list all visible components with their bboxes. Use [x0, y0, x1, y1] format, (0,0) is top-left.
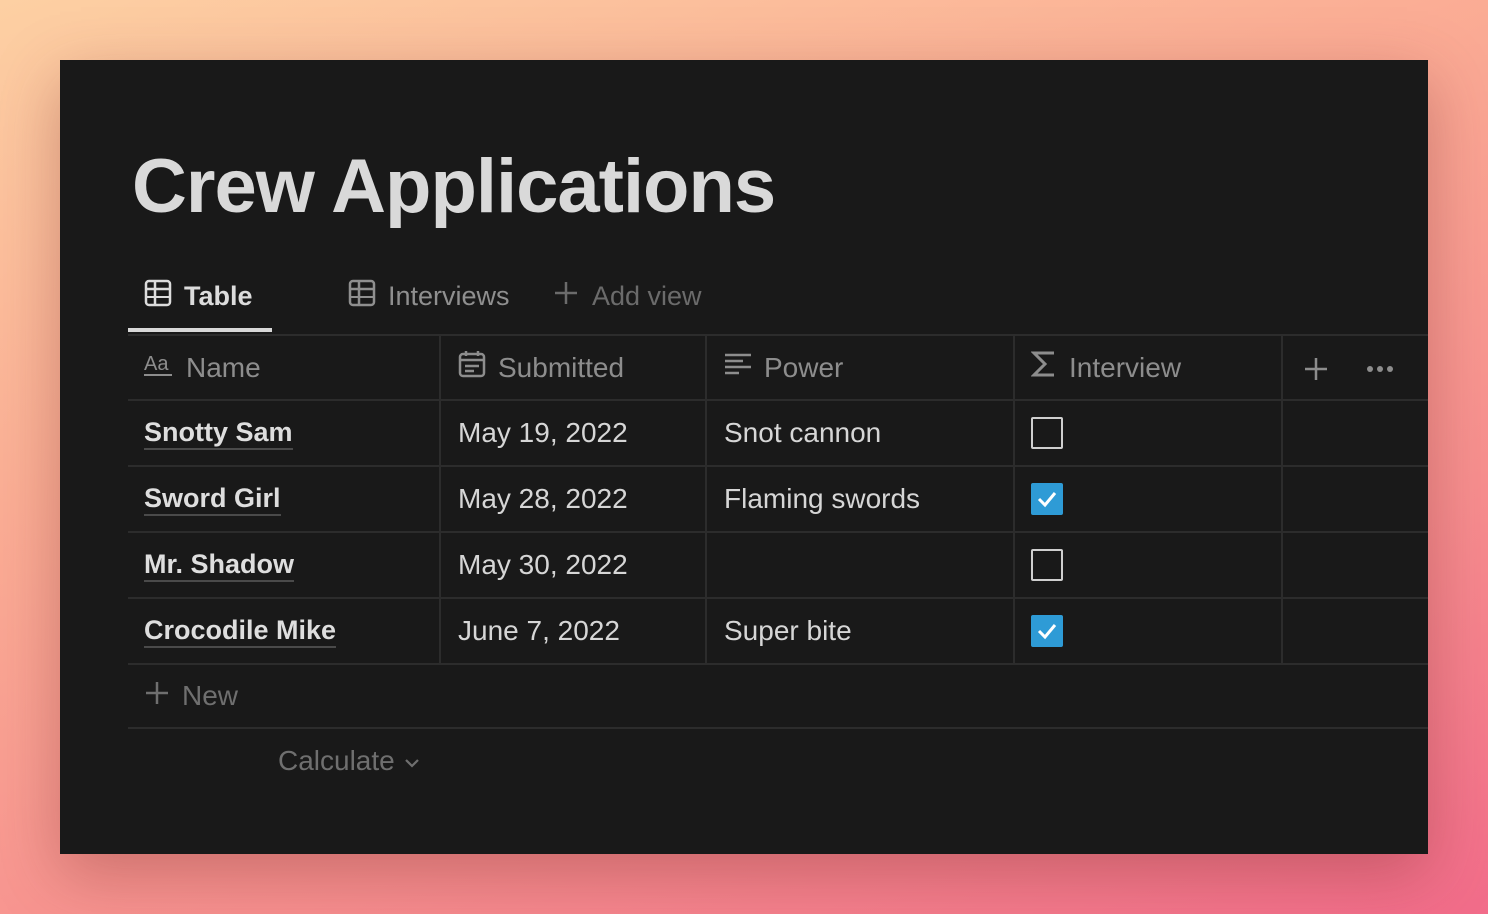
interview-cell	[1015, 533, 1283, 597]
column-label: Submitted	[498, 351, 625, 383]
interview-checkbox[interactable]	[1031, 483, 1063, 515]
database-table: Aa Name Submitted Power Interview Snotty…	[128, 334, 1428, 795]
interview-checkbox[interactable]	[1031, 417, 1063, 449]
page-title: Crew Applications	[132, 144, 776, 229]
table-row: Mr. Shadow May 30, 2022	[128, 533, 1428, 599]
tab-table[interactable]: Table	[144, 270, 253, 322]
table-icon	[348, 279, 376, 314]
table-row: Crocodile Mike June 7, 2022 Super bite	[128, 599, 1428, 665]
row-name-link[interactable]: Sword Girl	[144, 483, 281, 516]
checkmark-icon	[1037, 624, 1057, 640]
column-label: Interview	[1069, 351, 1182, 383]
submitted-cell[interactable]: May 30, 2022	[441, 533, 707, 597]
interview-cell	[1015, 599, 1283, 663]
column-actions	[1283, 336, 1428, 399]
power-cell[interactable]: Super bite	[707, 599, 1015, 663]
row-name-link[interactable]: Crocodile Mike	[144, 615, 337, 648]
interview-checkbox[interactable]	[1031, 549, 1063, 581]
name-cell[interactable]: Crocodile Mike	[128, 599, 441, 663]
add-view-button[interactable]: Add view	[552, 270, 702, 322]
interview-checkbox[interactable]	[1031, 615, 1063, 647]
name-cell[interactable]: Sword Girl	[128, 467, 441, 531]
table-row: Sword Girl May 28, 2022 Flaming swords	[128, 467, 1428, 533]
view-tabs: Table Interviews Add view	[128, 270, 1428, 334]
calculate-button[interactable]: Calculate	[278, 745, 421, 777]
plus-icon	[1305, 358, 1327, 380]
empty-cell	[1283, 599, 1428, 663]
table-header: Aa Name Submitted Power Interview	[128, 334, 1428, 401]
calculate-row: Calculate	[128, 729, 1428, 795]
app-window: Crew Applications Table Interviews Add v…	[60, 60, 1428, 854]
column-header-power[interactable]: Power	[707, 336, 1015, 399]
chevron-down-icon	[395, 745, 421, 777]
empty-cell	[1283, 401, 1428, 465]
add-view-label: Add view	[592, 280, 702, 311]
row-name-link[interactable]: Snotty Sam	[144, 417, 293, 450]
empty-cell	[1283, 467, 1428, 531]
svg-text:Aa: Aa	[144, 353, 169, 375]
table-row: Snotty Sam May 19, 2022 Snot cannon	[128, 401, 1428, 467]
plus-icon	[144, 680, 170, 713]
submitted-cell[interactable]: May 28, 2022	[441, 467, 707, 531]
sigma-icon	[1030, 349, 1057, 386]
new-row-label: New	[182, 680, 239, 711]
text-lines-icon	[724, 350, 752, 385]
tab-label: Interviews	[388, 280, 510, 311]
table-icon	[144, 279, 172, 314]
interview-cell	[1015, 401, 1283, 465]
power-cell[interactable]	[707, 533, 1015, 597]
tab-interviews[interactable]: Interviews	[348, 270, 510, 322]
column-label: Name	[186, 351, 261, 383]
new-row-button[interactable]: New	[128, 665, 1428, 729]
more-options-button[interactable]	[1365, 356, 1395, 389]
tab-label: Table	[184, 280, 253, 311]
interview-cell	[1015, 467, 1283, 531]
power-cell[interactable]: Flaming swords	[707, 467, 1015, 531]
name-cell[interactable]: Mr. Shadow	[128, 533, 441, 597]
submitted-cell[interactable]: May 19, 2022	[441, 401, 707, 465]
submitted-cell[interactable]: June 7, 2022	[441, 599, 707, 663]
column-label: Power	[764, 351, 844, 383]
checkmark-icon	[1037, 492, 1057, 508]
column-header-submitted[interactable]: Submitted	[441, 336, 707, 399]
name-cell[interactable]: Snotty Sam	[128, 401, 441, 465]
calendar-icon	[458, 350, 486, 385]
empty-cell	[1283, 533, 1428, 597]
active-tab-indicator	[128, 328, 272, 332]
ellipsis-icon	[1367, 366, 1393, 372]
calculate-label: Calculate	[278, 745, 395, 776]
column-header-name[interactable]: Aa Name	[128, 336, 441, 399]
row-name-link[interactable]: Mr. Shadow	[144, 549, 295, 582]
text-type-icon: Aa	[144, 350, 174, 385]
plus-icon	[552, 279, 580, 314]
column-header-interview[interactable]: Interview	[1015, 336, 1283, 399]
power-cell[interactable]: Snot cannon	[707, 401, 1015, 465]
add-property-button[interactable]	[1303, 356, 1329, 389]
